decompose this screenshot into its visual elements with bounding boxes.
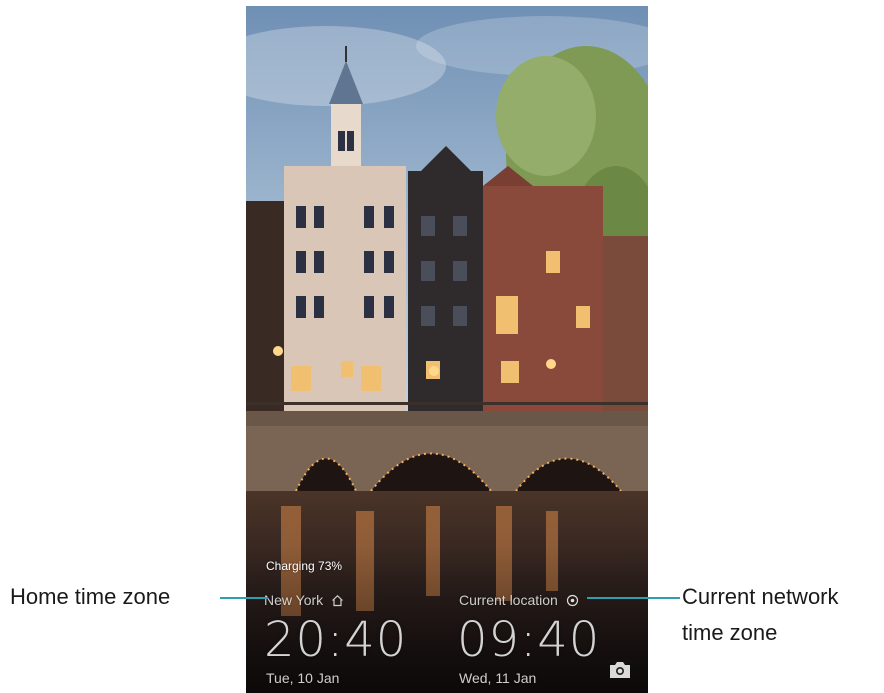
charging-status: Charging 73% <box>266 559 343 573</box>
current-city-label: Current location <box>459 592 579 608</box>
network-timezone-callout-line1: Current network <box>682 584 839 609</box>
current-city-name: Current location <box>459 592 558 608</box>
home-city-name: New York <box>264 592 324 608</box>
current-clock: 09:40 <box>457 612 601 668</box>
camera-icon[interactable] <box>608 660 632 680</box>
network-timezone-leader-line <box>587 597 680 599</box>
home-timezone-leader-line <box>220 597 268 599</box>
home-clock: 20:40 <box>264 612 408 668</box>
location-icon <box>566 594 579 607</box>
current-date: Wed, 11 Jan <box>459 670 537 686</box>
home-date: Tue, 10 Jan <box>266 670 340 686</box>
network-timezone-callout-line2: time zone <box>682 620 778 645</box>
home-icon <box>331 594 344 607</box>
wallpaper-amsterdam-canal <box>246 6 648 693</box>
home-city-label: New York <box>264 592 344 608</box>
home-timezone-callout: Home time zone <box>10 584 171 609</box>
phone-lockscreen: Charging 73% New York Current location 2… <box>246 6 648 693</box>
